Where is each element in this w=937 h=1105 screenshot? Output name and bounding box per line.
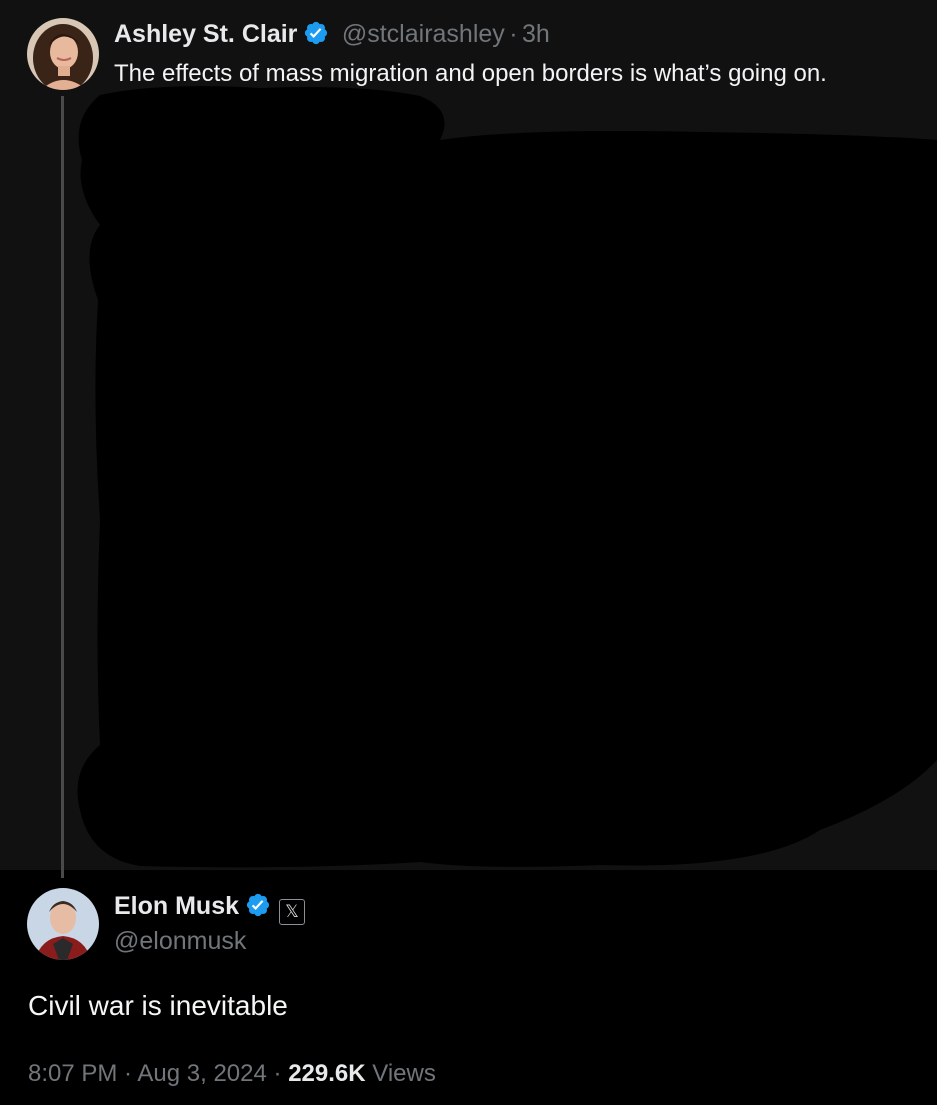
author-handle[interactable]: @elonmusk <box>114 927 246 956</box>
separator-dot: · <box>117 1060 138 1087</box>
separator-dot: · <box>266 1060 289 1087</box>
redaction-blot <box>77 86 937 868</box>
post-date[interactable]: Aug 3, 2024 <box>137 1060 266 1087</box>
x-logo-icon[interactable]: 𝕏 <box>279 899 306 925</box>
author-name[interactable]: Elon Musk <box>114 892 239 920</box>
views-label: Views <box>372 1060 436 1087</box>
post-metadata: 8:07 PM · Aug 3, 2024 · 229.6K Views <box>28 1060 436 1088</box>
main-post-text: Civil war is inevitable <box>28 990 288 1021</box>
post-time[interactable]: 8:07 PM <box>28 1060 117 1087</box>
avatar-elon[interactable] <box>27 888 99 960</box>
views-count[interactable]: 229.6K <box>288 1060 365 1087</box>
main-post-header: Elon Musk 𝕏 <box>114 892 306 925</box>
verified-badge-icon[interactable] <box>245 892 271 923</box>
